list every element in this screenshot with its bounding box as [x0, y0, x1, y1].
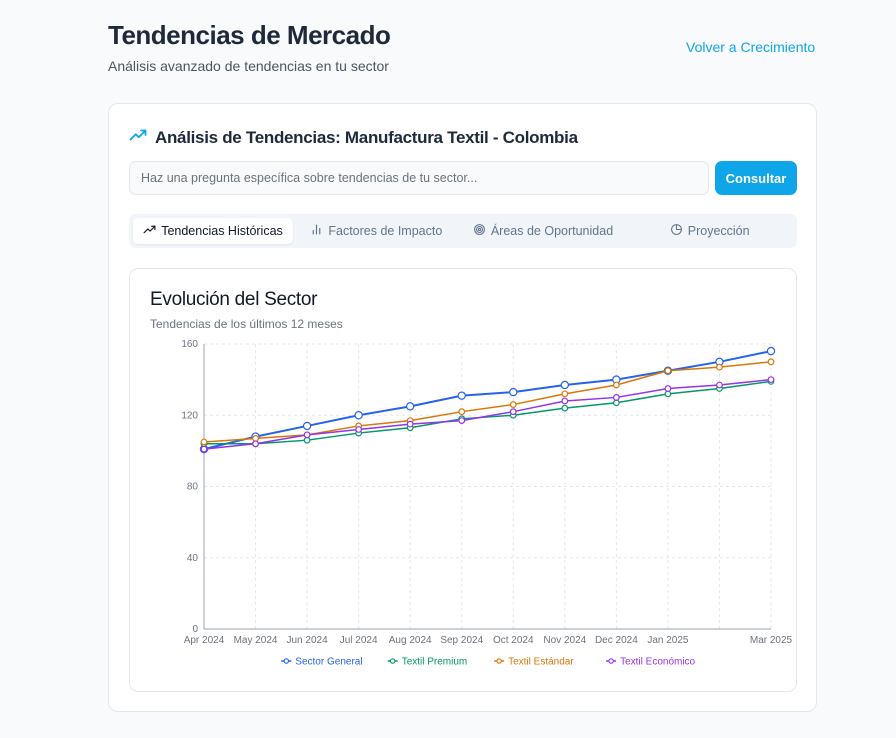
data-point — [200, 438, 208, 446]
card-title: Análisis de Tendencias: Manufactura Text… — [155, 127, 578, 147]
data-point — [458, 417, 466, 424]
legend-label: Textil Económico — [620, 657, 695, 668]
data-point — [509, 387, 518, 397]
consult-button[interactable]: Consultar — [715, 161, 797, 195]
data-point — [457, 391, 466, 400]
x-tick-label: Aug 2024 — [389, 635, 432, 646]
bar-chart-icon — [310, 223, 323, 239]
x-tick-label: Jan 2025 — [647, 635, 689, 646]
tab-label: Áreas de Oportunidad — [490, 224, 614, 238]
data-point — [766, 346, 776, 356]
data-point — [612, 394, 620, 401]
x-tick-label: Apr 2024 — [184, 635, 225, 646]
target-icon — [473, 223, 486, 239]
data-point — [509, 401, 517, 408]
x-tick-label: Jul 2024 — [340, 635, 378, 646]
x-tick-label: Nov 2024 — [543, 635, 586, 646]
trends-analysis-card: Análisis de Tendencias: Manufactura Text… — [108, 103, 817, 712]
data-point — [561, 397, 569, 405]
tab-historical-trends[interactable]: Tendencias Históricas — [133, 218, 293, 244]
x-tick-label: Sep 2024 — [440, 635, 483, 646]
legend-marker-icon — [283, 658, 290, 664]
y-tick-label: 120 — [181, 410, 198, 421]
series-line-3 — [203, 378, 772, 450]
tab-projection[interactable]: Proyección — [626, 218, 793, 244]
data-point — [560, 380, 570, 390]
legend-marker-icon — [496, 658, 502, 664]
data-point — [561, 390, 569, 398]
analysis-tabs: Tendencias Históricas Factores de Impact… — [129, 214, 797, 248]
tab-impact-factors[interactable]: Factores de Impacto — [293, 218, 460, 244]
tab-label: Tendencias Históricas — [161, 224, 283, 238]
y-tick-label: 0 — [192, 624, 198, 635]
pie-chart-icon — [670, 223, 683, 239]
x-tick-label: Jun 2024 — [287, 635, 329, 646]
data-point — [354, 411, 363, 420]
y-tick-label: 80 — [187, 482, 199, 493]
card-header: Análisis de Tendencias: Manufactura Text… — [129, 126, 578, 149]
data-point — [509, 408, 517, 416]
legend-label: Sector General — [295, 657, 362, 668]
data-point — [355, 426, 363, 433]
legend-label: Textil Premium — [402, 657, 468, 668]
x-tick-label: Mar 2025 — [750, 635, 793, 646]
tab-label: Proyección — [687, 224, 750, 238]
data-point — [561, 404, 569, 412]
trending-up-icon — [143, 223, 156, 239]
data-point — [716, 381, 723, 389]
page-subtitle: Análisis avanzado de tendencias en tu se… — [108, 58, 389, 74]
trending-up-icon — [129, 126, 147, 149]
question-input[interactable] — [129, 161, 709, 195]
data-point — [200, 445, 208, 453]
data-point — [458, 408, 466, 416]
series-line-1 — [204, 380, 772, 445]
y-tick-label: 160 — [181, 339, 198, 350]
legend-label: Textil Estándar — [508, 657, 574, 668]
y-tick-label: 40 — [187, 553, 199, 564]
legend-marker-icon — [389, 658, 396, 664]
page-title: Tendencias de Mercado — [108, 20, 391, 50]
data-point — [664, 367, 672, 375]
data-point — [767, 358, 775, 366]
data-point — [252, 440, 259, 448]
tab-opportunity-areas[interactable]: Áreas de Oportunidad — [460, 218, 627, 244]
series-line-0 — [203, 350, 772, 451]
data-point — [405, 402, 415, 411]
data-point — [664, 385, 672, 392]
x-tick-label: Dec 2024 — [595, 635, 638, 646]
data-point — [302, 421, 312, 431]
x-tick-label: May 2024 — [234, 635, 278, 646]
back-to-growth-link[interactable]: Volver a Crecimiento — [686, 39, 815, 55]
sector-evolution-chart-card: Evolución del Sector Tendencias de los ú… — [129, 268, 797, 692]
data-point — [716, 363, 723, 371]
data-point — [612, 381, 620, 389]
data-point — [406, 420, 414, 428]
sector-evolution-line-chart: 0 40 80 120 160 Apr 2024 May 2024 Jun 2024 Jul 2… — [181, 339, 793, 668]
data-point — [767, 376, 775, 384]
tab-label: Factores de Impacto — [328, 224, 443, 238]
x-tick-label: Oct 2024 — [493, 635, 534, 646]
data-point — [303, 431, 311, 439]
legend-marker-icon — [608, 658, 614, 664]
